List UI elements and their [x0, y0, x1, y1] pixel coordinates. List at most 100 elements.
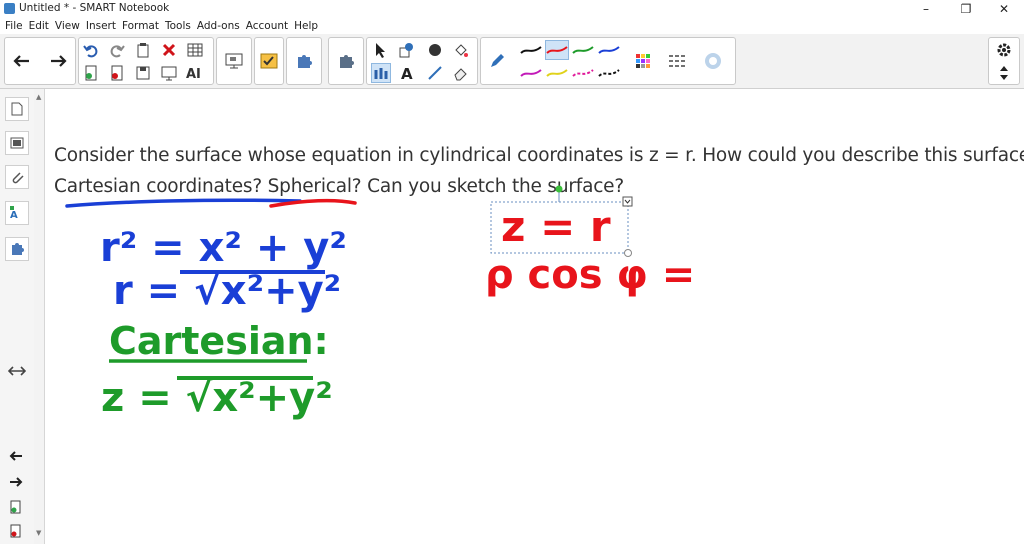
delete-page-button[interactable] — [107, 63, 127, 83]
whiteboard-page[interactable]: Consider the surface whose equation in c… — [45, 89, 1024, 544]
red-stroke-icon — [546, 46, 568, 54]
magenta-stroke-icon — [520, 69, 542, 77]
side-prev-page-button[interactable] — [9, 447, 23, 466]
paint-bucket-icon — [455, 44, 468, 57]
menu-help[interactable]: Help — [294, 20, 318, 32]
gallery-tab[interactable] — [5, 131, 29, 155]
letter-a-icon: A — [401, 65, 413, 81]
menu-file[interactable]: File — [5, 20, 23, 32]
black-dashed-stroke-icon — [598, 69, 620, 77]
handwritten-eq2: r = √x²+y² — [113, 268, 341, 314]
gallery-button[interactable] — [336, 51, 356, 71]
regular-polygon-button[interactable] — [425, 40, 445, 60]
redo-icon — [110, 45, 125, 58]
title-bar: Untitled * - SMART Notebook – ❐ ✕ — [0, 0, 1024, 18]
page-icon — [11, 102, 23, 116]
display-screen-button[interactable] — [224, 51, 244, 71]
pen-type-button[interactable] — [487, 51, 507, 71]
scroll-down-arrow[interactable]: ▼ — [36, 529, 41, 537]
addons-tab[interactable] — [5, 237, 29, 261]
vertical-scrollbar[interactable]: ▲ ▼ — [34, 89, 45, 544]
minimize-button[interactable]: – — [908, 0, 944, 18]
settings-button[interactable] — [994, 40, 1014, 60]
menu-account[interactable]: Account — [246, 20, 288, 32]
pen-green-button[interactable] — [571, 40, 595, 60]
transparency-button[interactable] — [703, 51, 723, 71]
pen-red-button[interactable] — [545, 40, 569, 60]
side-next-page-button[interactable] — [9, 473, 23, 492]
lesson-activity-button[interactable] — [259, 51, 279, 71]
blue-underline-stroke — [65, 198, 302, 208]
menu-format[interactable]: Format — [122, 20, 159, 32]
eraser-tool-button[interactable] — [451, 63, 471, 83]
pen-tool-button[interactable] — [371, 63, 391, 83]
screen-shade-button[interactable] — [159, 63, 179, 83]
yellow-stroke-icon — [546, 69, 568, 77]
previous-page-button[interactable] — [11, 51, 31, 71]
svg-text:A: A — [401, 65, 413, 81]
rotate-handle — [555, 185, 563, 193]
delete-button[interactable] — [159, 40, 179, 60]
side-delete-page-button[interactable] — [10, 523, 22, 542]
pen-pink-dashed-button[interactable] — [571, 63, 595, 83]
text-tool-button[interactable]: A — [397, 63, 417, 83]
side-add-page-button[interactable] — [10, 499, 22, 518]
menu-insert[interactable]: Insert — [86, 20, 116, 32]
pens-icon — [374, 68, 388, 79]
handwritten-boxed-eq: z = r — [501, 202, 611, 251]
app-icon — [4, 3, 15, 14]
menu-tools[interactable]: Tools — [165, 20, 191, 32]
gallery-icon — [340, 55, 354, 68]
pen-black-dashed-button[interactable] — [597, 63, 621, 83]
cursor-icon — [376, 43, 385, 58]
shapes-tool-button[interactable] — [397, 40, 417, 60]
restore-button[interactable]: ❐ — [948, 0, 984, 18]
undo-button[interactable] — [81, 40, 101, 60]
save-button[interactable] — [133, 63, 153, 83]
handwritten-eq1: r² = x² + y² — [100, 225, 347, 271]
next-page-button[interactable] — [49, 51, 69, 71]
properties-icon: A — [10, 206, 18, 220]
line-tool-button[interactable] — [425, 63, 445, 83]
arrow-right-icon — [10, 477, 23, 487]
line-style-button[interactable] — [667, 51, 687, 71]
object-menu-handle — [622, 196, 633, 207]
close-window-button[interactable]: ✕ — [986, 0, 1022, 18]
resize-panel-handle[interactable] — [7, 362, 27, 381]
delete-page-icon — [111, 65, 123, 81]
page-sorter-tab[interactable] — [5, 97, 29, 121]
redo-button[interactable] — [107, 40, 127, 60]
attachments-tab[interactable] — [5, 165, 29, 189]
svg-text:AI: AI — [186, 67, 201, 81]
table-button[interactable] — [185, 40, 205, 60]
select-tool-button[interactable] — [371, 40, 391, 60]
addons-group — [286, 37, 322, 85]
menu-edit[interactable]: Edit — [29, 20, 49, 32]
scroll-up-arrow[interactable]: ▲ — [36, 93, 41, 101]
toolbar: AI A — [0, 34, 1024, 89]
fill-tool-button[interactable] — [451, 40, 471, 60]
pen-black-button[interactable] — [519, 40, 543, 60]
add-page-button[interactable] — [81, 63, 101, 83]
arrow-left-icon — [9, 451, 22, 461]
settings-group — [988, 37, 1020, 85]
polygon-icon — [429, 44, 441, 56]
monitor-icon — [225, 53, 243, 69]
ink-layer: r² = x² + y² r = √x²+y² Cartesian: z = √… — [65, 185, 695, 421]
pen-magenta-button[interactable] — [519, 63, 543, 83]
move-toolbar-button[interactable] — [994, 63, 1014, 83]
paste-button[interactable] — [133, 40, 153, 60]
menu-addons[interactable]: Add-ons — [197, 20, 240, 32]
checklist-icon — [260, 53, 278, 69]
tools-group: A — [366, 37, 478, 85]
pen-yellow-button[interactable] — [545, 63, 569, 83]
properties-tab[interactable]: A — [5, 201, 29, 225]
gallery-group — [328, 37, 364, 85]
pen-blue-button[interactable] — [597, 40, 621, 60]
text-tools-button[interactable]: AI — [185, 63, 205, 83]
pink-dashed-stroke-icon — [572, 69, 594, 77]
addons-button[interactable] — [294, 51, 314, 71]
color-palette-button[interactable] — [633, 51, 653, 71]
arrow-right-icon — [51, 55, 67, 67]
menu-view[interactable]: View — [55, 20, 80, 32]
